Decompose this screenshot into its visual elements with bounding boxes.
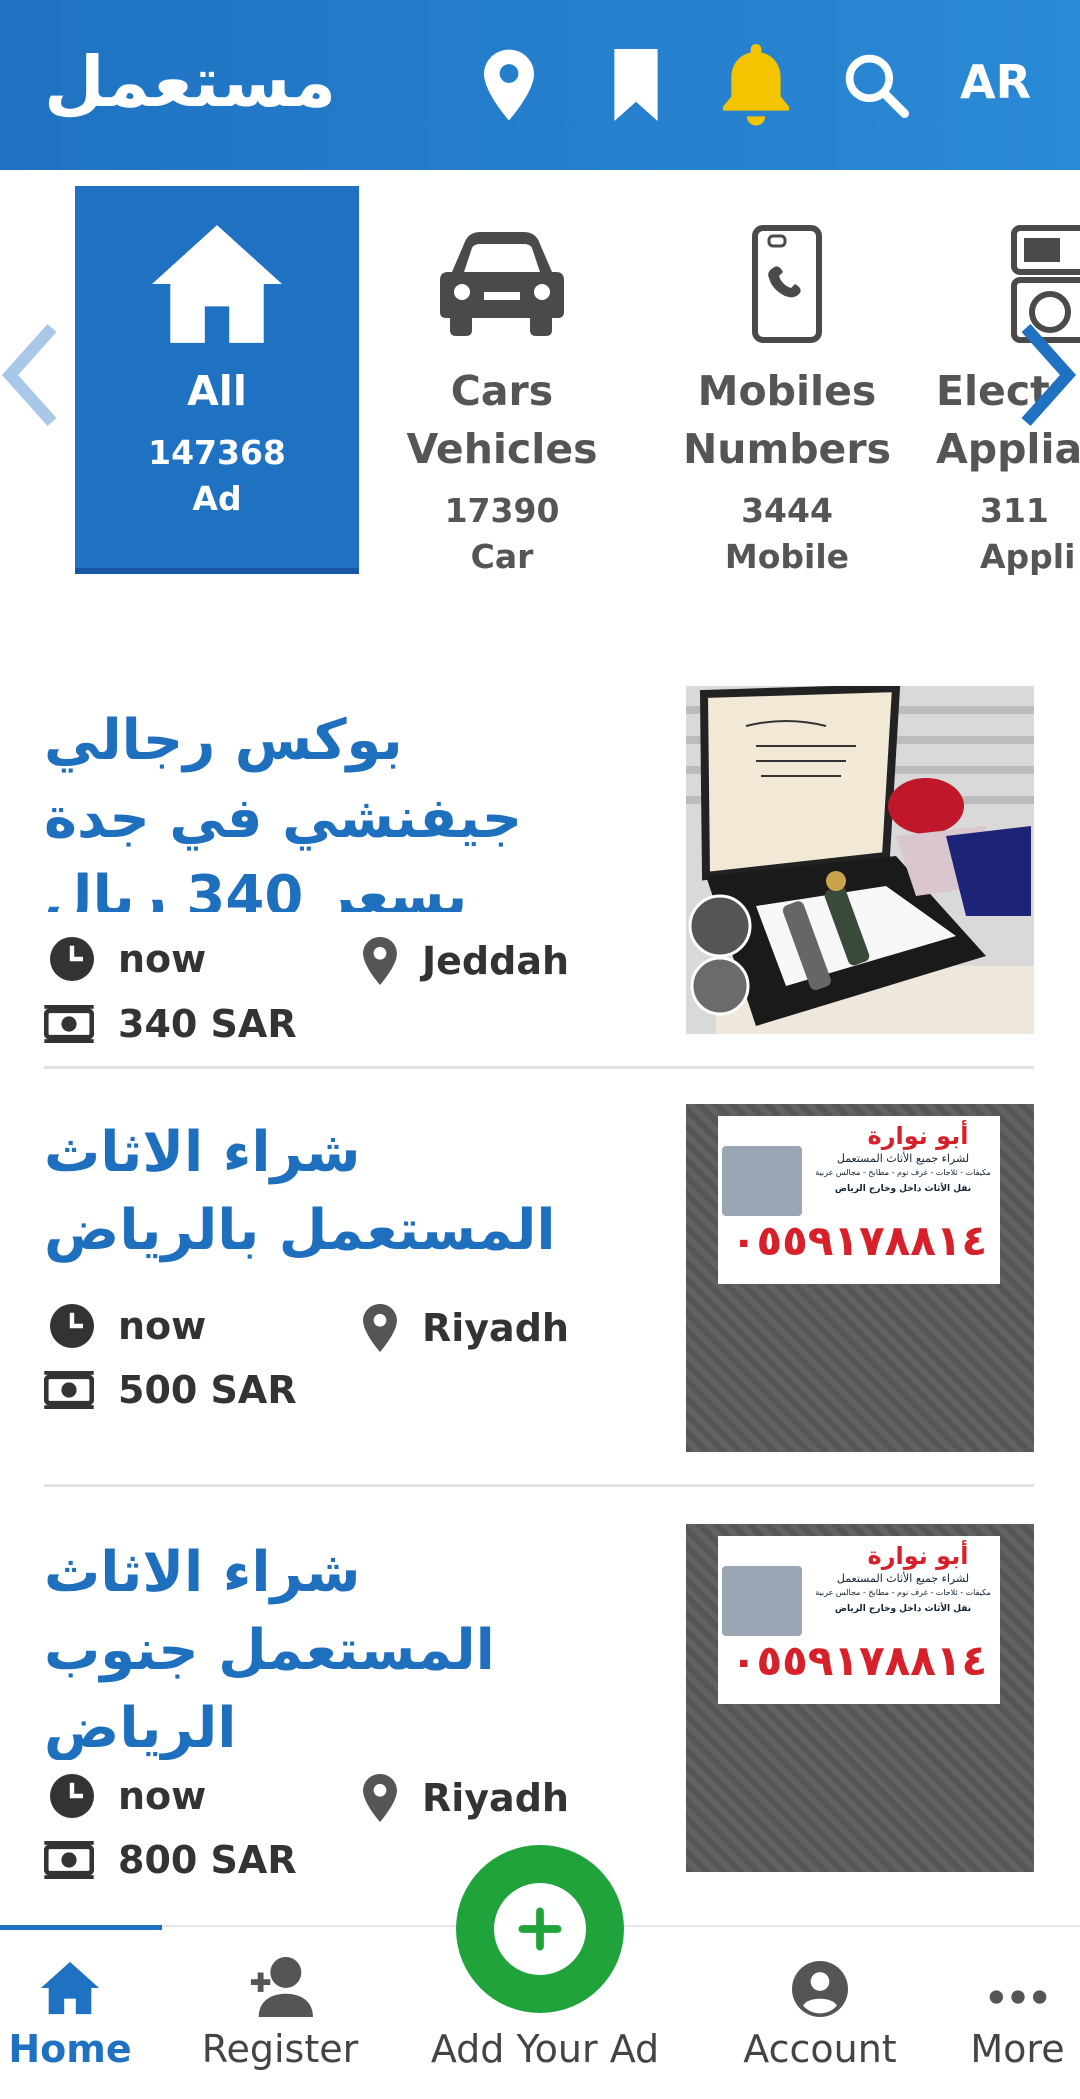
category-count: 3444 Mobile — [724, 491, 850, 576]
category-name: All — [187, 367, 247, 415]
location-pin-icon — [363, 937, 397, 985]
category-carousel: All 147368 Ad Cars Vehicles 17390 Car Mobil… — [0, 170, 1080, 590]
listing-image[interactable]: أبو نوارة لشراء جميع الأثاث المستعمل مكي… — [686, 1524, 1034, 1872]
location-pin-icon — [363, 1774, 397, 1822]
account-icon — [730, 1927, 910, 2017]
add-ad-button[interactable] — [456, 1845, 624, 2013]
carousel-next-arrow-icon[interactable] — [1018, 320, 1078, 434]
notification-bell-icon[interactable] — [716, 44, 796, 126]
listing-image[interactable]: أبو نوارة لشراء جميع الأثاث المستعمل مكي… — [686, 1104, 1034, 1452]
money-icon — [44, 1371, 94, 1409]
nav-register[interactable]: Register — [190, 1927, 370, 2071]
money-icon — [44, 1005, 94, 1043]
nav-more[interactable]: More — [955, 1927, 1080, 2071]
location-icon[interactable] — [478, 45, 540, 125]
add-user-icon — [190, 1927, 370, 2017]
listing-image[interactable] — [686, 686, 1034, 1034]
app-header: مستعمل AR — [0, 0, 1080, 170]
search-icon[interactable] — [840, 45, 912, 125]
listing-price: 800 SAR — [44, 1838, 297, 1882]
money-icon — [44, 1841, 94, 1879]
listing-location: Jeddah — [362, 937, 569, 985]
listing-location: Riyadh — [362, 1774, 569, 1822]
car-icon — [360, 214, 644, 354]
divider — [44, 1484, 1034, 1487]
category-cars[interactable]: Cars Vehicles 17390 Car — [360, 186, 644, 576]
listing-card[interactable]: بوكس رجالي جيفنشي في جدة بسعر 340 ريال n… — [44, 682, 1034, 1072]
listing-title[interactable]: شراء الاثاث المستعمل بالرياض — [44, 1114, 644, 1274]
app-logo[interactable]: مستعمل — [44, 42, 338, 122]
listing-time: now — [50, 1774, 206, 1818]
plus-icon — [494, 1883, 586, 1975]
bookmark-icon[interactable] — [606, 45, 666, 125]
home-icon — [0, 1927, 140, 2017]
divider — [44, 1066, 1034, 1069]
category-count: 147368 Ad — [148, 433, 286, 518]
listing-time: now — [50, 1304, 206, 1348]
listing-location: Riyadh — [362, 1304, 569, 1352]
nav-home[interactable]: Home — [0, 1927, 140, 2071]
listing-card[interactable]: شراء الاثاث المستعمل بالرياض now Riyadh … — [44, 1104, 1034, 1484]
listing-time: now — [50, 937, 206, 981]
category-name: Mobiles Numbers — [682, 367, 891, 473]
listing-title[interactable]: بوكس رجالي جيفنشي في جدة بسعر 340 ريال — [44, 702, 644, 912]
clock-icon — [50, 1304, 94, 1348]
home-icon — [75, 214, 359, 354]
language-toggle[interactable]: AR — [960, 55, 1031, 109]
listing-price: 340 SAR — [44, 1002, 297, 1046]
carousel-prev-arrow-icon[interactable] — [0, 320, 60, 434]
location-pin-icon — [363, 1304, 397, 1352]
listing-price: 500 SAR — [44, 1368, 297, 1412]
more-dots-icon — [955, 1927, 1080, 2017]
clock-icon — [50, 1774, 94, 1818]
listing-title[interactable]: شراء الاثاث المستعمل جنوب الرياض — [44, 1534, 644, 1760]
clock-icon — [50, 937, 94, 981]
category-count: 17390 Car — [444, 491, 560, 576]
mobile-icon — [645, 214, 929, 354]
category-all[interactable]: All 147368 Ad — [75, 186, 359, 574]
nav-account[interactable]: Account — [730, 1927, 910, 2071]
category-count: 311 Appli — [980, 491, 1076, 576]
category-name: Cars Vehicles — [406, 367, 598, 473]
advertisement-flyer: أبو نوارة لشراء جميع الأثاث المستعمل مكي… — [718, 1116, 1000, 1284]
advertisement-flyer: أبو نوارة لشراء جميع الأثاث المستعمل مكي… — [718, 1536, 1000, 1704]
category-mobiles[interactable]: Mobiles Numbers 3444 Mobile — [645, 186, 929, 576]
